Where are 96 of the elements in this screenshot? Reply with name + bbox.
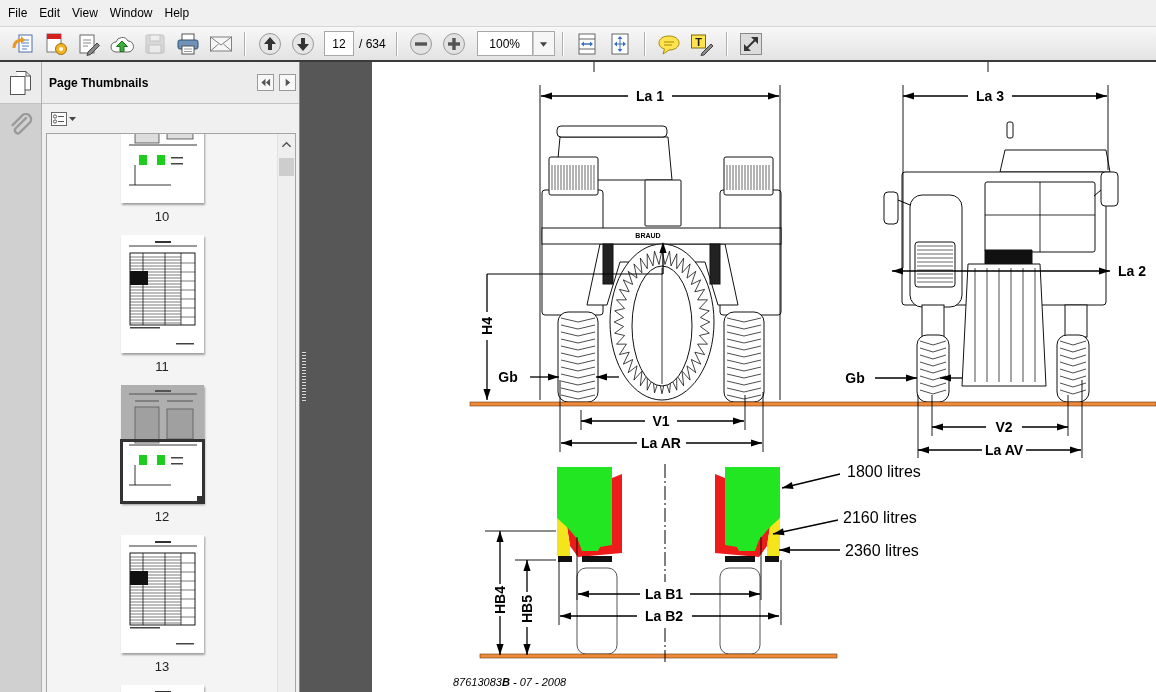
zoom-field[interactable]: 100% <box>476 31 533 56</box>
extension-line <box>576 536 578 601</box>
page-thumbnails-button[interactable] <box>0 62 41 104</box>
arrow-up-icon <box>257 31 282 56</box>
menu-item[interactable]: Window <box>103 4 159 22</box>
center-line <box>664 627 666 663</box>
dimension-label: V2 <box>995 419 1013 435</box>
dimension-arrow <box>496 530 504 585</box>
document-gear-icon <box>43 31 68 56</box>
dimension-label: La AV <box>984 442 1024 458</box>
page-thumbnail[interactable] <box>120 235 204 353</box>
extension-line <box>580 409 582 431</box>
capacity-label: 2160 litres <box>843 509 917 526</box>
expand-icon <box>739 31 764 56</box>
splitter-grip[interactable] <box>302 351 306 403</box>
page-number-label: 12 <box>154 509 170 525</box>
leader-arrow <box>778 546 841 554</box>
extension-line <box>762 391 764 453</box>
menu-item[interactable]: View <box>66 4 104 22</box>
leader-arrow <box>772 519 839 536</box>
menu-item[interactable]: Edit <box>33 4 67 22</box>
dimension-line <box>486 273 488 313</box>
double-chevron-left-icon <box>260 77 271 88</box>
expand-pane-button[interactable] <box>279 74 296 91</box>
leader-arrow <box>781 473 841 489</box>
dimension-label: La B2 <box>644 608 684 624</box>
extension-line <box>987 62 989 73</box>
dimension-arrow <box>939 374 963 382</box>
dimension-arrow <box>595 373 620 381</box>
plus-icon <box>442 31 467 56</box>
dimension-label: V1 <box>652 413 670 429</box>
page-number-label: 11 <box>155 359 169 375</box>
dimension-label: HB5 <box>519 595 535 623</box>
extension-line <box>780 559 782 626</box>
dimension-arrow <box>917 446 983 454</box>
caret-down-icon <box>539 39 549 48</box>
dimension-arrow <box>529 373 560 381</box>
dimension-label: Gb <box>498 369 518 385</box>
extension-line <box>760 536 762 601</box>
dimension-arrow <box>577 590 641 598</box>
zoom-dropdown-button[interactable] <box>532 31 555 56</box>
document-pencil-icon <box>76 31 101 56</box>
resize-handle[interactable] <box>196 496 205 504</box>
extension-line <box>1067 394 1069 437</box>
pages-icon <box>8 69 33 96</box>
collapse-pane-button[interactable] <box>257 74 274 91</box>
list-options-icon <box>51 111 67 126</box>
extension-line <box>917 394 919 459</box>
dimension-label: H4 <box>479 317 495 335</box>
printer-icon <box>175 31 200 56</box>
dimension-label: La 2 <box>1118 263 1146 279</box>
page-number-label: 10 <box>154 209 170 225</box>
extension-line <box>593 62 595 73</box>
hopper-base <box>765 556 779 562</box>
extension-line <box>931 394 933 437</box>
dimension-arrow <box>902 92 969 100</box>
dimension-arrow <box>523 626 531 656</box>
caret-down-icon <box>69 115 76 122</box>
hopper-base <box>582 556 612 562</box>
extension-line <box>744 394 746 431</box>
chevron-up-icon <box>281 140 292 149</box>
capacity-label: 1800 litres <box>847 463 921 480</box>
document-reference: 87613083B - 07 - 2008 <box>453 675 567 689</box>
dimension-arrow <box>580 417 646 425</box>
dimension-arrow <box>676 417 745 425</box>
dimension-label: HB4 <box>492 586 508 614</box>
dimension-label: La AR <box>641 435 681 451</box>
page-number-field[interactable]: 12 <box>324 31 354 56</box>
page-thumbnail[interactable] <box>120 535 204 653</box>
dimension-arrow <box>483 339 491 401</box>
dimension-arrow <box>689 590 761 598</box>
capacity-label: 2360 litres <box>845 542 919 559</box>
page-count: / 634 <box>359 36 386 51</box>
dimension-arrow <box>523 559 531 593</box>
minus-icon <box>409 31 434 56</box>
dimension-arrow <box>874 374 918 382</box>
viewport-frame[interactable] <box>119 439 205 504</box>
dimension-arrow <box>1025 446 1082 454</box>
dimension-arrow <box>1021 423 1069 431</box>
hopper-base <box>558 556 572 562</box>
menu-item[interactable]: Help <box>158 4 196 22</box>
document-arrow-icon <box>10 31 35 56</box>
page-thumbnail[interactable] <box>120 385 204 503</box>
arrow-down-icon <box>290 31 315 56</box>
dimension-label: La 1 <box>636 88 664 104</box>
thumbnail-options-button[interactable] <box>50 109 77 128</box>
dimension-label: Gb <box>845 370 865 386</box>
menu-item[interactable]: File <box>2 4 34 22</box>
dimension-label: La 3 <box>976 88 1004 104</box>
dimension-label: La B1 <box>644 586 684 602</box>
page-number-label: 13 <box>154 659 170 675</box>
scrollbar-thumb[interactable] <box>279 158 294 176</box>
hopper-base <box>725 556 755 562</box>
dimension-arrow <box>496 615 504 656</box>
pane-title: Page Thumbnails <box>49 75 150 90</box>
dimension-arrow <box>931 423 987 431</box>
